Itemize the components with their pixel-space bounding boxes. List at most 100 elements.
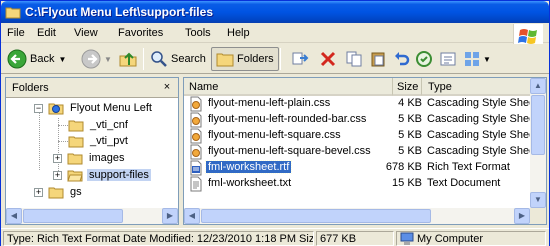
properties-button[interactable] [439,47,457,71]
up-folder-button[interactable] [118,47,138,71]
tree-item-vti-pvt[interactable]: _vti_pvt [68,133,130,149]
status-size-panel: 677 KB [316,231,394,246]
paste-icon [371,52,385,67]
scrollbar-thumb[interactable] [23,209,123,223]
tree-item-flyout-menu-left[interactable]: − Flyout Menu Left [34,100,154,116]
files-horizontal-scrollbar[interactable]: ◀ ▶ [184,208,530,224]
folders-horizontal-scrollbar[interactable]: ◀ ▶ [6,208,178,224]
status-location-panel: My Computer [396,231,546,246]
up-folder-icon [119,52,137,67]
scrollbar-thumb[interactable] [531,95,545,155]
folder-icon [48,187,64,199]
delete-button[interactable] [319,47,337,71]
forward-dropdown-icon[interactable]: ▼ [104,55,112,64]
scroll-right-icon[interactable]: ▶ [514,208,530,224]
file-name: fml-worksheet.txt [208,177,292,189]
search-label: Search [171,53,206,65]
file-type: Cascading Style Sheet [427,113,531,125]
open-folder-icon [67,170,83,182]
file-size: 678 KB [385,161,422,173]
views-dropdown-icon[interactable]: ▼ [483,55,491,64]
back-dropdown-icon[interactable]: ▼ [58,55,66,64]
undo-icon [395,52,410,66]
status-info-panel: Type: Rich Text Format Date Modified: 12… [3,231,314,246]
tree-item-label: gs [70,186,82,198]
folder-icon [5,4,21,23]
tree-item-gs[interactable]: + gs [34,184,84,200]
menu-favorites[interactable]: Favorites [118,27,163,39]
tree-guide-line [39,110,40,170]
file-size: 5 KB [398,113,422,125]
tree-item-label: _vti_pvt [90,135,128,147]
tree-expander[interactable]: + [53,153,62,163]
file-row[interactable]: fml-worksheet.rtf 678 KB Rich Text Forma… [184,160,531,176]
paste-button[interactable] [369,47,387,71]
files-pane: Name Size Type flyout-menu-left-plain.cs… [183,77,547,225]
column-header-size[interactable]: Size [393,78,422,96]
scroll-down-icon[interactable]: ▼ [530,192,546,208]
rtf-file-icon [190,160,202,176]
css-file-icon [190,112,202,128]
tree-expander[interactable]: + [53,170,62,180]
scrollbar-thumb[interactable] [201,209,431,223]
folder-icon [68,120,84,132]
status-bar: Type: Rich Text Format Date Modified: 12… [1,228,549,246]
back-button[interactable]: Back ▼ [7,47,66,71]
file-size: 15 KB [392,177,422,189]
tree-expander[interactable]: − [34,103,43,113]
forward-arrow-icon [81,49,101,69]
file-type: Text Document [427,177,501,189]
folders-button[interactable]: Folders [211,47,279,71]
delete-icon [320,51,336,67]
column-header-name[interactable]: Name [184,78,393,96]
tree-item-label: images [89,152,125,164]
move-to-button[interactable] [291,47,309,71]
menu-file[interactable]: File [7,27,25,39]
title-bar[interactable]: C:\Flyout Menu Left\support-files [1,1,549,23]
file-name: fml-worksheet.rtf [204,160,293,174]
search-icon [151,51,167,67]
sync-button[interactable] [415,47,433,71]
tree-item-support-files[interactable]: + support-files [53,167,151,183]
close-icon[interactable]: × [160,81,174,95]
file-row[interactable]: flyout-menu-left-square.css 5 KB Cascadi… [184,128,531,144]
web-folder-icon [48,103,64,115]
txt-file-icon [190,176,202,192]
folders-pane-header: Folders × [6,78,178,98]
file-row[interactable]: fml-worksheet.txt 15 KB Text Document [184,176,531,192]
tree-expander[interactable]: + [34,187,43,197]
copy-to-button[interactable] [345,47,363,71]
menu-edit[interactable]: Edit [37,27,56,39]
files-vertical-scrollbar[interactable]: ▲ ▼ [530,78,546,208]
scroll-up-icon[interactable]: ▲ [530,78,546,94]
views-button[interactable]: ▼ [463,47,491,71]
folder-icon [68,136,84,148]
tree-item-images[interactable]: + images [53,150,126,166]
tree-item-label: _vti_cnf [90,119,128,131]
views-icon [465,52,479,66]
toolbar-separator [143,48,144,70]
forward-button[interactable]: ▼ [81,47,112,71]
column-header-type[interactable]: Type [422,78,531,96]
file-name: flyout-menu-left-rounded-bar.css [208,113,367,125]
tree-item-vti-cnf[interactable]: _vti_cnf [68,117,130,133]
file-name: flyout-menu-left-square-bevel.css [208,145,371,157]
file-type: Rich Text Format [427,161,510,173]
properties-icon [440,52,456,66]
my-computer-icon [400,232,414,245]
file-type: Cascading Style Sheet [427,145,531,157]
menu-tools[interactable]: Tools [185,27,211,39]
undo-button[interactable] [393,47,411,71]
file-row[interactable]: flyout-menu-left-rounded-bar.css 5 KB Ca… [184,112,531,128]
column-header-label: Name [189,81,219,93]
search-button[interactable]: Search [150,47,206,71]
file-row[interactable]: flyout-menu-left-square-bevel.css 5 KB C… [184,144,531,160]
file-type: Cascading Style Sheet [427,129,531,141]
scroll-left-icon[interactable]: ◀ [6,208,22,224]
menu-view[interactable]: View [74,27,98,39]
scroll-right-icon[interactable]: ▶ [162,208,178,224]
status-location-text: My Computer [417,233,484,245]
file-row[interactable]: flyout-menu-left-plain.css 4 KB Cascadin… [184,96,531,112]
scroll-left-icon[interactable]: ◀ [184,208,200,224]
menu-help[interactable]: Help [227,27,250,39]
